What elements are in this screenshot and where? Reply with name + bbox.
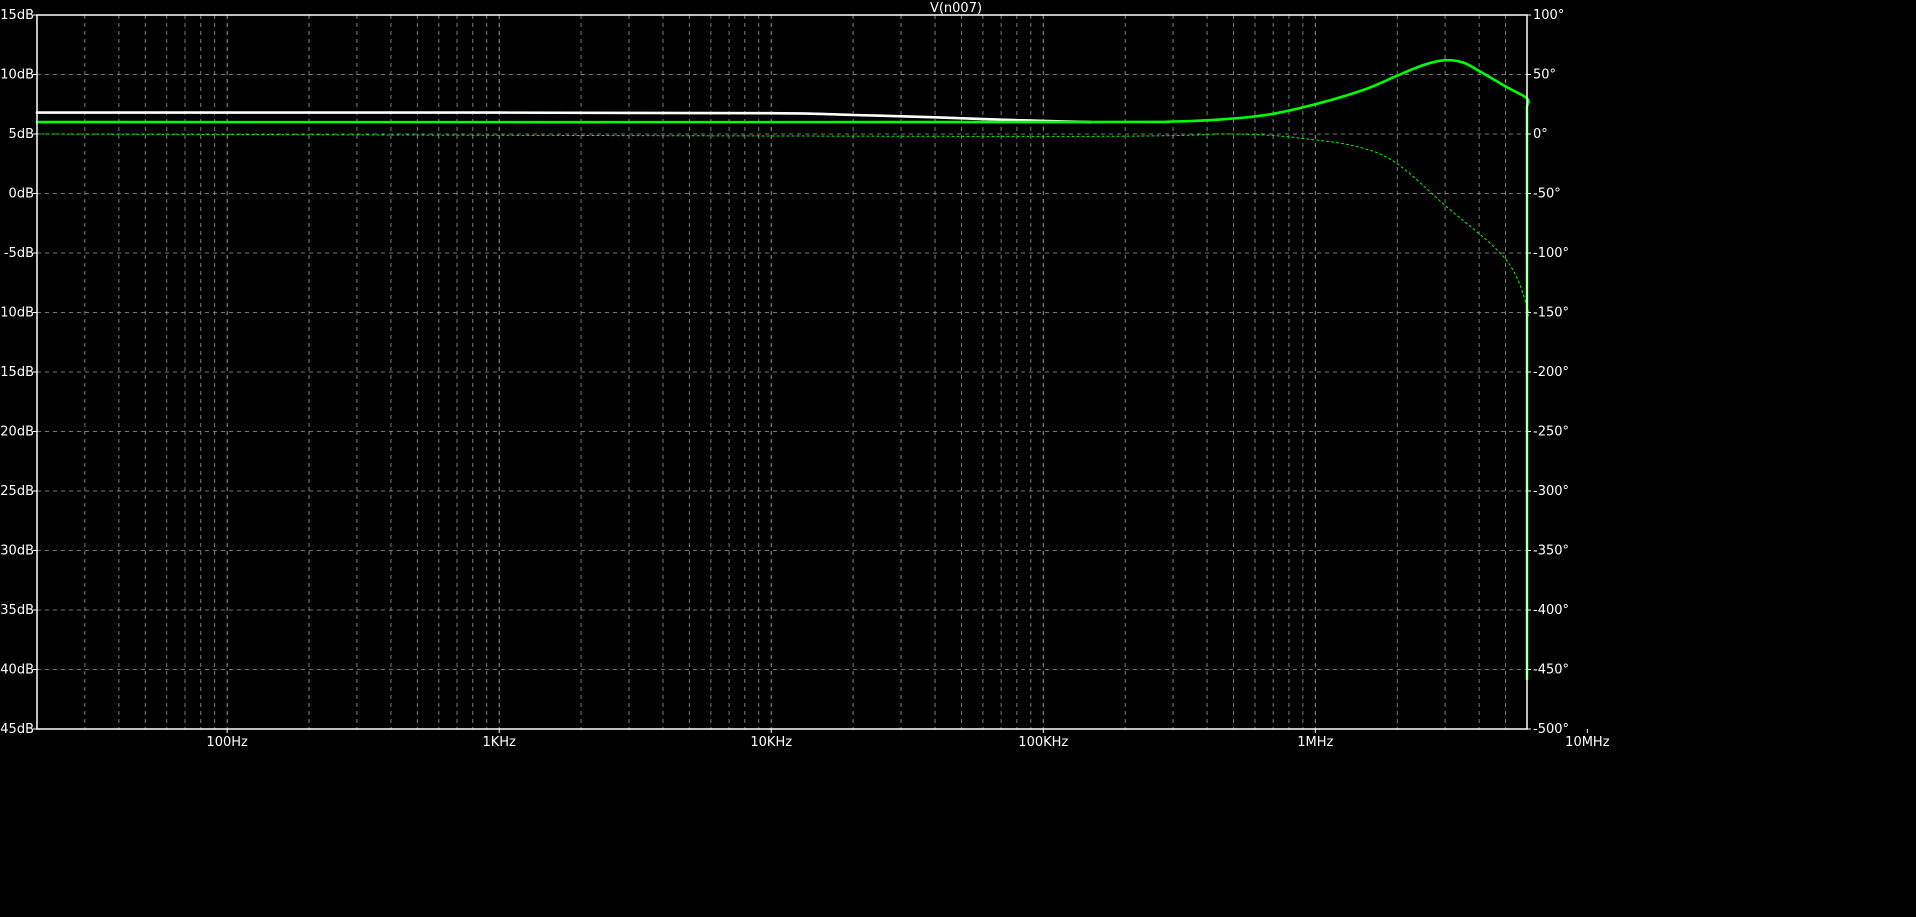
y-right-tick-label: 0° xyxy=(1533,127,1548,142)
x-tick-label: 1MHz xyxy=(1297,735,1333,750)
y-left-tick-label: -15dB xyxy=(0,365,34,380)
y-left-tick-label: -30dB xyxy=(0,544,34,559)
y-right-tick-label: -150° xyxy=(1533,306,1569,321)
y-right-tick-label: -500° xyxy=(1533,722,1569,737)
x-tick-label: 10KHz xyxy=(750,735,792,750)
y-right-tick-label: -50° xyxy=(1533,187,1561,202)
y-left-tick-label: -25dB xyxy=(0,484,34,499)
chart-title: V(n007) xyxy=(930,1,982,16)
y-right-tick-label: -400° xyxy=(1533,603,1569,618)
y-left-tick-label: -40dB xyxy=(0,663,34,678)
y-right-tick-label: -300° xyxy=(1533,484,1569,499)
y-right-tick-label: 100° xyxy=(1533,8,1564,23)
y-left-tick-label: -35dB xyxy=(0,603,34,618)
y-right-tick-label: -250° xyxy=(1533,425,1569,440)
y-left-tick-label: 5dB xyxy=(9,127,34,142)
y-right-tick-label: -450° xyxy=(1533,663,1569,678)
y-left-tick-label: 15dB xyxy=(0,8,34,23)
y-right-tick-label: -200° xyxy=(1533,365,1569,380)
y-left-tick-label: -45dB xyxy=(0,722,34,737)
y-right-tick-label: -100° xyxy=(1533,246,1569,261)
x-tick-label: 100KHz xyxy=(1018,735,1068,750)
x-tick-label: 100Hz xyxy=(206,735,248,750)
y-left-tick-label: 0dB xyxy=(9,187,34,202)
y-right-tick-label: 50° xyxy=(1533,68,1556,83)
x-tick-label: 10MHz xyxy=(1565,735,1610,750)
y-left-tick-label: -5dB xyxy=(4,246,34,261)
y-left-tick-label: -10dB xyxy=(0,306,34,321)
plot-background xyxy=(0,0,1916,917)
x-tick-label: 1KHz xyxy=(482,735,516,750)
y-left-tick-label: -20dB xyxy=(0,425,34,440)
y-right-tick-label: -350° xyxy=(1533,544,1569,559)
y-left-tick-label: 10dB xyxy=(0,68,34,83)
bode-plot: 100Hz 1KHz 10KHz 100KHz 1MHz 10MHz 15dB 10dB 5dB… xyxy=(0,0,1916,917)
